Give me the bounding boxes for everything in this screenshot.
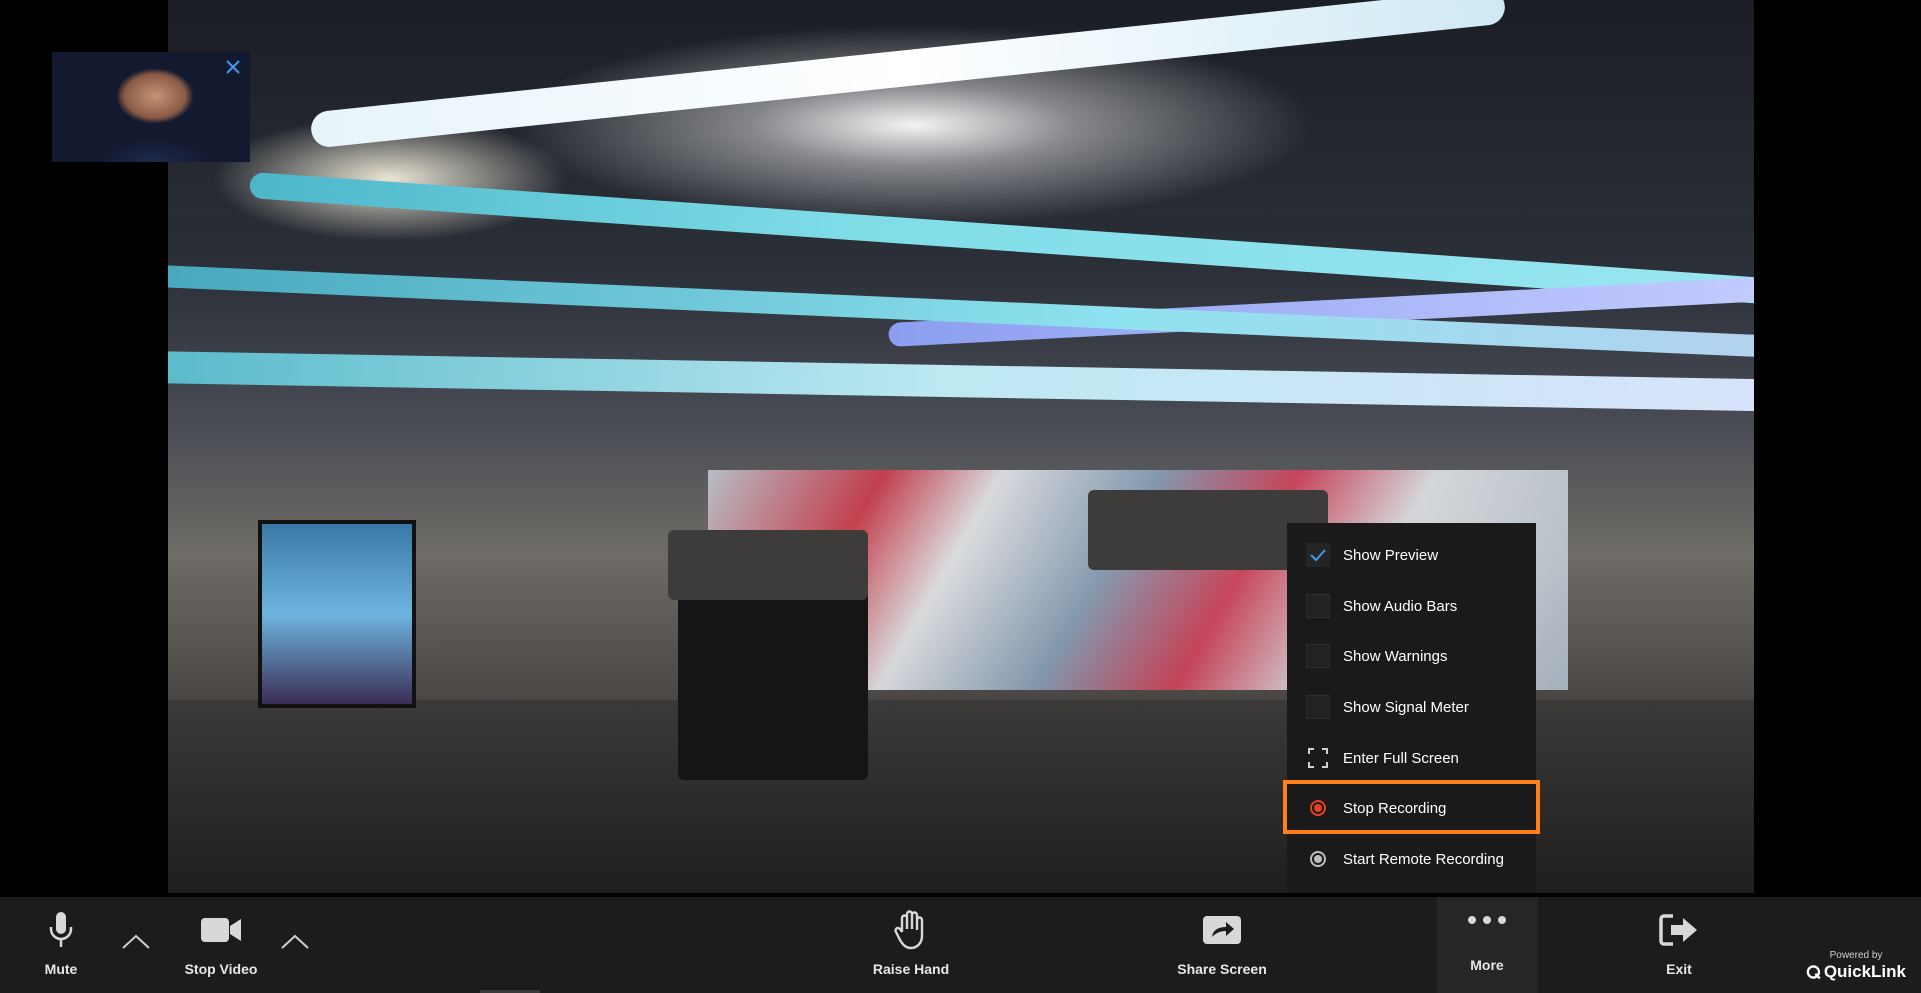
menu-item-stop-recording[interactable]: Stop Recording [1287, 785, 1536, 831]
menu-item-show-signal-meter[interactable]: Show Signal Meter [1287, 684, 1536, 730]
video-options-chevron[interactable] [278, 927, 312, 957]
raise-hand-label: Raise Hand [872, 961, 950, 977]
checkbox-checked-icon [1306, 543, 1330, 567]
microphone-icon [49, 912, 73, 947]
brand-name-text: QuickLink [1823, 962, 1906, 981]
menu-item-enter-full-screen[interactable]: Enter Full Screen [1287, 735, 1536, 781]
powered-by-text: Powered by [1829, 950, 1883, 961]
chevron-up-icon [281, 934, 309, 949]
menu-item-show-warnings[interactable]: Show Warnings [1287, 633, 1536, 679]
audio-options-chevron[interactable] [119, 927, 153, 957]
share-screen-label: Share Screen [1177, 961, 1267, 977]
studio-monitor [258, 520, 416, 708]
stop-video-button[interactable]: Stop Video [180, 897, 262, 993]
studio-ring-light [309, 0, 1507, 149]
chevron-up-icon [122, 934, 150, 949]
more-dots-icon [1468, 916, 1506, 924]
close-preview-button[interactable] [222, 56, 244, 78]
menu-item-label: Stop Recording [1343, 799, 1447, 817]
share-screen-icon [1203, 916, 1241, 944]
menu-item-label: Show Signal Meter [1343, 698, 1469, 716]
studio-camera [668, 530, 868, 600]
video-camera-icon [201, 918, 241, 942]
raise-hand-button[interactable]: Raise Hand [870, 897, 952, 993]
menu-item-label: Show Preview [1343, 546, 1439, 564]
checkbox-empty-icon [1306, 644, 1330, 668]
menu-item-label: Show Audio Bars [1343, 597, 1458, 615]
quicklink-logo-icon [1806, 965, 1821, 980]
menu-item-show-preview[interactable]: Show Preview [1287, 532, 1536, 578]
close-icon [226, 60, 240, 74]
exit-label: Exit [1666, 961, 1692, 977]
menu-item-label: Start Remote Recording [1343, 850, 1504, 868]
brand-name-row: QuickLink [1806, 962, 1906, 982]
share-screen-button[interactable]: Share Screen [1176, 897, 1268, 993]
more-button[interactable]: More [1462, 897, 1512, 993]
mute-label: Mute [44, 961, 78, 977]
quicklink-branding: Powered by QuickLink [1806, 950, 1906, 982]
self-view-preview [52, 52, 250, 162]
checkbox-empty-icon [1306, 695, 1330, 719]
more-label: More [1470, 957, 1504, 973]
exit-icon [1659, 914, 1697, 946]
video-area: Show Preview Show Audio Bars Show Warnin… [0, 0, 1921, 893]
exit-button[interactable]: Exit [1655, 897, 1703, 993]
more-options-menu: Show Preview Show Audio Bars Show Warnin… [1287, 523, 1536, 893]
menu-item-show-audio-bars[interactable]: Show Audio Bars [1287, 583, 1536, 629]
record-inactive-icon [1310, 851, 1326, 867]
menu-item-label: Enter Full Screen [1343, 749, 1459, 767]
meeting-toolbar: Mute Stop Video Raise Hand Share Screen … [0, 897, 1921, 993]
studio-led-band [168, 350, 1754, 412]
fullscreen-icon [1308, 748, 1328, 768]
mute-button[interactable]: Mute [36, 897, 86, 993]
raise-hand-icon [894, 910, 924, 950]
menu-item-start-remote-recording[interactable]: Start Remote Recording [1287, 836, 1536, 882]
record-active-icon [1310, 800, 1326, 816]
stop-video-label: Stop Video [184, 961, 258, 977]
checkbox-empty-icon [1306, 594, 1330, 618]
menu-item-label: Show Warnings [1343, 647, 1448, 665]
